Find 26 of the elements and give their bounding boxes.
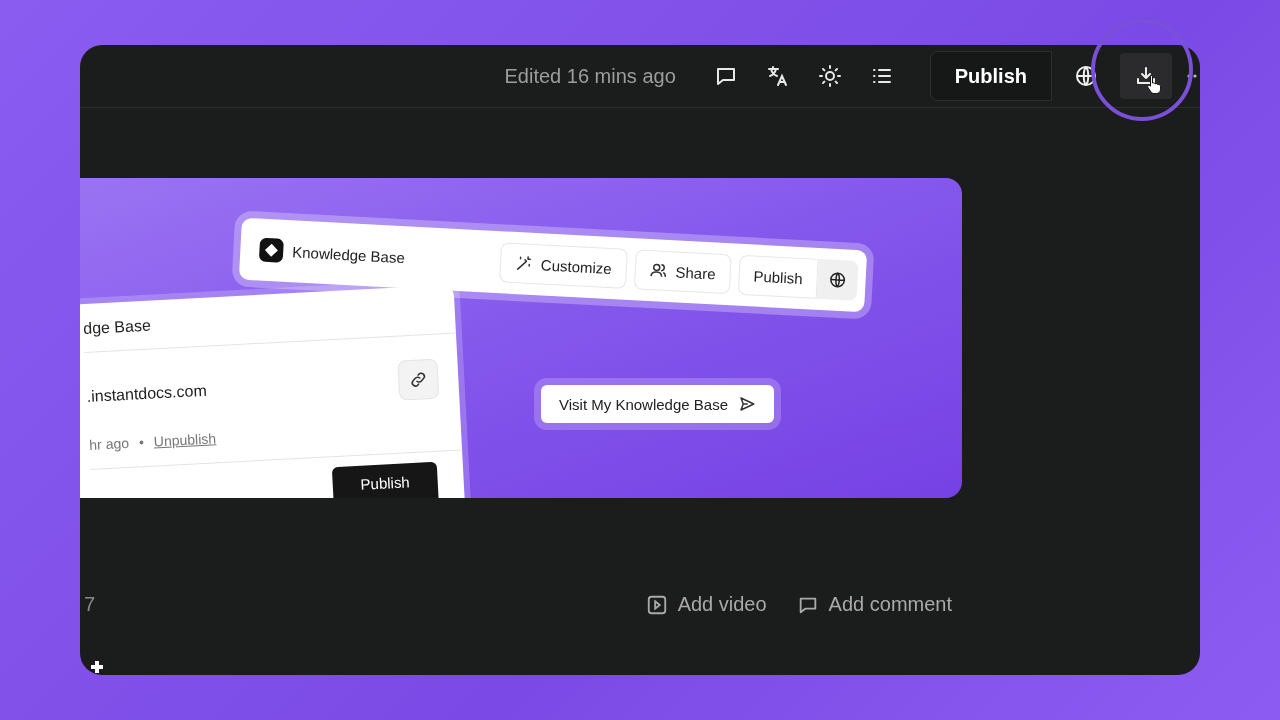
users-icon [649, 261, 669, 280]
published-time: hr ago [88, 434, 130, 453]
edited-status: Edited 16 mins ago [504, 64, 676, 88]
globe-button[interactable] [816, 258, 859, 301]
send-icon [738, 395, 756, 413]
publish-button[interactable]: Publish [331, 461, 440, 498]
download-button[interactable] [1120, 53, 1172, 99]
magic-wand-icon [514, 254, 534, 273]
copy-link-button[interactable] [397, 358, 440, 401]
url-field[interactable]: .instantdocs.com [86, 380, 228, 406]
link-icon [408, 370, 428, 390]
separator-dot: • [138, 434, 145, 451]
translate-icon[interactable] [765, 64, 790, 88]
visit-knowledge-base-button[interactable]: Visit My Knowledge Base [541, 385, 774, 423]
text-fragment: 7 [84, 593, 96, 616]
logo-icon [257, 236, 286, 264]
plus-cursor-icon [91, 661, 103, 673]
unpublish-link[interactable]: Unpublish [153, 430, 217, 450]
add-comment-button[interactable]: Add comment [796, 593, 952, 616]
publish-button[interactable]: Publish [929, 51, 1052, 101]
sun-icon[interactable] [817, 64, 842, 88]
add-video-button[interactable]: Add video [645, 593, 767, 616]
video-icon [645, 593, 668, 616]
hand-cursor-icon [1146, 73, 1162, 95]
knowledge-base-title: Knowledge Base [291, 242, 406, 266]
globe-icon [828, 270, 848, 290]
